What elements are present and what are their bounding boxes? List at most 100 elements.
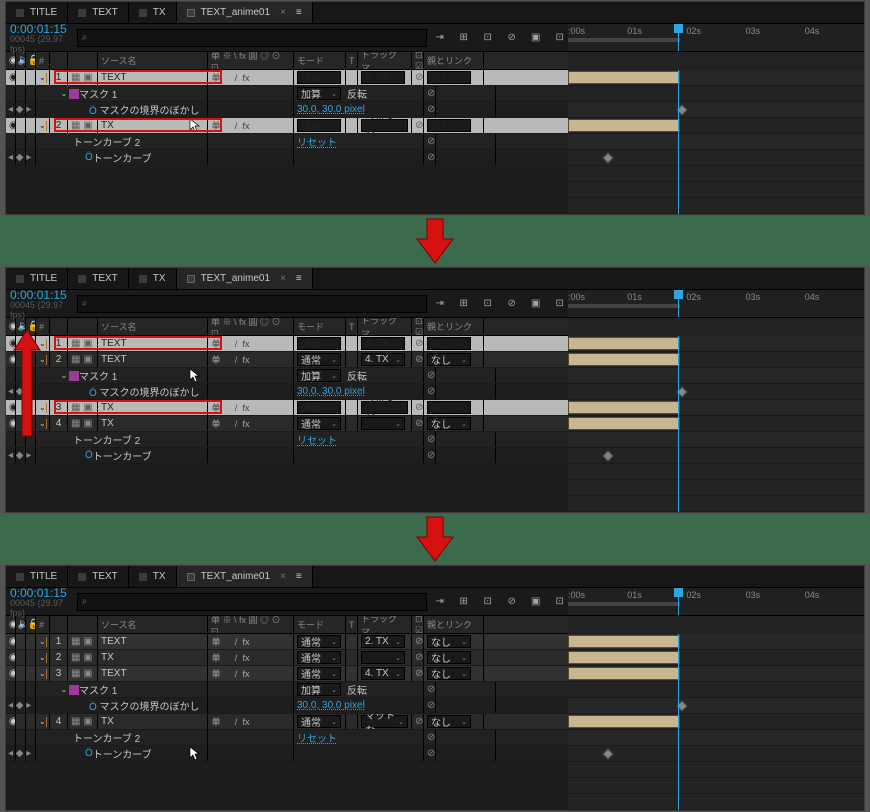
- close-icon[interactable]: ×: [280, 571, 286, 582]
- parent-pick-icon[interactable]: ⊘: [415, 418, 423, 429]
- playhead[interactable]: [678, 588, 679, 615]
- parent-dropdown[interactable]: なし⌄: [427, 401, 471, 414]
- parent-col[interactable]: 親とリンク: [424, 318, 484, 335]
- toolbar-icon-3[interactable]: ⊘: [505, 297, 519, 311]
- layer-row[interactable]: トーンカーブ 2 リセット ⊘: [6, 134, 568, 150]
- timeline-lane[interactable]: [568, 416, 864, 432]
- mask-invert[interactable]: 反転: [347, 368, 367, 383]
- layer-row[interactable]: ◂ ◆ ▸ Ö トーンカーブ ⊘: [6, 150, 568, 166]
- layer-name[interactable]: TX: [98, 650, 208, 665]
- parent-dropdown[interactable]: なし⌄: [427, 119, 471, 132]
- tab-2[interactable]: TX: [129, 268, 177, 289]
- tab-3[interactable]: TEXT_anime01 ×≡: [177, 268, 313, 289]
- layer-name[interactable]: TX: [98, 400, 208, 415]
- timeline-lane[interactable]: [568, 368, 864, 384]
- tab-1[interactable]: TEXT: [68, 268, 129, 289]
- layer-switches[interactable]: 单/fx: [211, 635, 271, 648]
- search-input[interactable]: ⌕: [77, 29, 427, 47]
- layer-row[interactable]: ⌄ マスク 1 加算⌄ 反転 ⊘: [6, 86, 568, 102]
- layer-name[interactable]: TEXT: [98, 666, 208, 681]
- timeline-lane[interactable]: [568, 336, 864, 352]
- toolbar-icon-2[interactable]: ⊡: [481, 297, 495, 311]
- layer-row[interactable]: ◉ ⌄ 2 ▦ ▣ TX 单/fx 通常⌄ ⌄ ⊘ なし⌄: [6, 650, 568, 666]
- layer-name[interactable]: TEXT: [98, 70, 208, 85]
- layer-name[interactable]: TEXT: [98, 352, 208, 367]
- layer-name[interactable]: TEXT: [98, 336, 208, 351]
- timeline-lane[interactable]: [568, 118, 864, 134]
- twisty-icon[interactable]: ⌄: [39, 653, 46, 662]
- layer-row[interactable]: ◂ ◆ ▸ Ö マスクの境界のぼかし 30.0, 30.0 pixel ⊘: [6, 698, 568, 714]
- parent-pick-icon[interactable]: ⊘: [415, 716, 423, 727]
- close-icon[interactable]: ×: [280, 273, 286, 284]
- keyframe-icon[interactable]: [602, 748, 613, 759]
- timeline-lane[interactable]: [568, 682, 864, 698]
- trackmatte-dropdown[interactable]: 2. TX⌄: [361, 635, 405, 648]
- layer-row[interactable]: ◉ ⌄ 2 ▦ ▣ TX 单/fx 通常⌄ マットな⌄ ⊘ なし⌄: [6, 118, 568, 134]
- layer-row[interactable]: ⌄ マスク 1 加算⌄ 反転 ⊘: [6, 682, 568, 698]
- trackmatte-dropdown[interactable]: 2. TX⌄: [361, 71, 405, 84]
- twisty-icon[interactable]: ⌄: [59, 89, 69, 98]
- timeline-lane[interactable]: [568, 400, 864, 416]
- stopwatch-icon[interactable]: Ö: [85, 748, 93, 759]
- lock-col-icon[interactable]: 🔒: [29, 620, 36, 630]
- eye-col-icon[interactable]: ◉: [9, 56, 16, 66]
- parent-pick-icon[interactable]: ⊘: [415, 402, 423, 413]
- link-icon[interactable]: ⊘: [427, 450, 435, 461]
- toolbar-icon-4[interactable]: ▣: [529, 297, 543, 311]
- layer-name[interactable]: TX: [98, 118, 208, 133]
- stopwatch-icon[interactable]: Ö: [89, 388, 97, 399]
- timeline-lane[interactable]: [568, 746, 864, 762]
- layer-switches[interactable]: 单/fx: [211, 417, 271, 430]
- link-icon[interactable]: ⊘: [427, 386, 435, 397]
- layer-switches[interactable]: 单/fx: [211, 353, 271, 366]
- blend-mode-dropdown[interactable]: 通常⌄: [297, 635, 341, 648]
- layer-name[interactable]: TEXT: [98, 634, 208, 649]
- mask-invert[interactable]: 反転: [347, 86, 367, 101]
- eye-toggle[interactable]: ◉: [9, 72, 16, 83]
- switches-col[interactable]: 单 ※ \ fx 圓 ◎ ⊙ ⊡: [208, 616, 294, 633]
- layer-bar[interactable]: [568, 651, 680, 664]
- playhead-line[interactable]: [678, 336, 679, 512]
- timeline-lane[interactable]: [568, 714, 864, 730]
- keyframe-nav[interactable]: ◂ ◆ ▸: [8, 152, 16, 163]
- parent-pick-icon[interactable]: ⊘: [415, 338, 423, 349]
- toolbar-icon-4[interactable]: ▣: [529, 31, 543, 45]
- prop-value[interactable]: 30.0, 30.0 pixel: [297, 104, 365, 115]
- link-icon[interactable]: ⊘: [427, 370, 435, 381]
- timecode-cell[interactable]: 0:00:01:15 00045 (29.97 fps): [6, 22, 71, 54]
- speaker-col-icon[interactable]: 🔈: [19, 56, 26, 66]
- eye-toggle[interactable]: ◉: [9, 652, 16, 663]
- mask-mode-dropdown[interactable]: 加算⌄: [297, 87, 341, 100]
- trackmatte-dropdown[interactable]: 4. TX⌄: [361, 667, 405, 680]
- layer-name[interactable]: TX: [98, 416, 208, 431]
- toolbar-icon-0[interactable]: ⇥: [433, 31, 447, 45]
- parent-dropdown[interactable]: なし⌄: [427, 667, 471, 680]
- blend-mode-dropdown[interactable]: 通常⌄: [297, 651, 341, 664]
- trackmatte-col[interactable]: トラックマ..: [358, 616, 412, 633]
- blend-mode-dropdown[interactable]: 通常⌄: [297, 71, 341, 84]
- trackmatte-dropdown[interactable]: マットな⌄: [361, 715, 408, 728]
- playhead[interactable]: [678, 290, 679, 317]
- tab-1[interactable]: TEXT: [68, 566, 129, 587]
- twisty-icon[interactable]: ⌄: [59, 371, 69, 380]
- layer-switches[interactable]: 单/fx: [211, 71, 271, 84]
- trackmatte-dropdown[interactable]: ⌄: [361, 651, 405, 664]
- blend-mode-dropdown[interactable]: 通常⌄: [297, 417, 341, 430]
- trackmatte-col[interactable]: トラックマ..: [358, 52, 412, 69]
- tab-0[interactable]: TITLE: [6, 268, 68, 289]
- switches-col[interactable]: 单 ※ \ fx 圓 ◎ ⊙ ⊡: [208, 318, 294, 335]
- keyframe-icon[interactable]: [602, 152, 613, 163]
- switches-col[interactable]: 单 ※ \ fx 圓 ◎ ⊙ ⊡: [208, 52, 294, 69]
- keyframe-nav[interactable]: ◂ ◆ ▸: [8, 700, 16, 711]
- toolbar-icon-5[interactable]: ⊡: [553, 595, 567, 609]
- layer-row[interactable]: ◉ ⌄ 1 ▦ ▣ TEXT 单/fx 通常⌄ 2. TX⌄ ⊘ なし⌄: [6, 634, 568, 650]
- playhead-line[interactable]: [678, 70, 679, 214]
- link-icon[interactable]: ⊘: [427, 684, 435, 695]
- trackmatte-dropdown[interactable]: マットな⌄: [361, 401, 408, 414]
- parent-dropdown[interactable]: なし⌄: [427, 71, 471, 84]
- toolbar-icon-3[interactable]: ⊘: [505, 31, 519, 45]
- search-input[interactable]: ⌕: [77, 295, 427, 313]
- tab-1[interactable]: TEXT: [68, 2, 129, 23]
- trackmatte-dropdown[interactable]: ⌄: [361, 417, 405, 430]
- twisty-icon[interactable]: ⌄: [39, 637, 46, 646]
